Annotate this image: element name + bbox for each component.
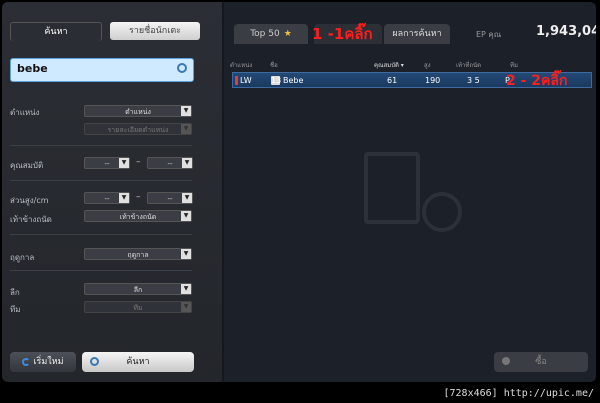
search-icon [90, 357, 99, 366]
game-window: ค้นหา รายชื่อนักเตะ bebe ตำแหน่ง ตำแหน่ง… [2, 2, 596, 382]
reset-button[interactable]: เริ่มใหม่ [10, 352, 76, 372]
column-header[interactable]: ตำแหน่ง [230, 60, 252, 70]
column-header[interactable]: สูง [424, 60, 431, 70]
upload-watermark: [728x466] http://upic.me/ [443, 388, 594, 399]
divider [10, 234, 192, 235]
position-detail-value: รายละเอียดตำแหน่ง [107, 126, 169, 134]
tab-player-list[interactable]: รายชื่อนักเตะ [110, 22, 200, 40]
height-max-select[interactable]: -- ▼ [147, 192, 193, 204]
attribute-min-value: -- [104, 160, 110, 168]
column-header[interactable]: เท้าที่ถนัด [456, 60, 481, 70]
tab-search[interactable]: ค้นหา [10, 22, 102, 41]
position-label: ตำแหน่ง [10, 108, 40, 117]
attribute-label: คุณสมบัติ [10, 161, 44, 170]
height-label: ส่วนสูง/cm [10, 196, 49, 205]
tab-search-results[interactable]: ผลการค้นหา [384, 24, 450, 44]
foot-select[interactable]: เท้าข้างถนัด ▼ [84, 210, 192, 222]
ep-label: EP คุณ [476, 30, 502, 39]
range-dash: – [136, 192, 141, 202]
divider [10, 270, 192, 271]
chevron-down-icon: ▼ [181, 302, 191, 312]
team-label: ทีม [10, 305, 21, 314]
season-select-value: ฤดูกาล [127, 251, 149, 259]
tab-top50[interactable]: Top 50 ★ [234, 24, 308, 44]
annotation-step-2: 2 - 2คลิ๊ก [506, 73, 568, 89]
chevron-down-icon: ▼ [181, 106, 191, 116]
coin-shape [422, 192, 462, 232]
club-icon: 13 [271, 76, 282, 85]
position-select[interactable]: ตำแหน่ง ▼ [84, 105, 192, 117]
buy-label: ซื้อ [535, 357, 547, 367]
divider [10, 145, 192, 146]
column-header[interactable]: ทีม [510, 60, 518, 70]
season-select[interactable]: ฤดูกาล ▼ [84, 248, 192, 260]
tab-top50-label: Top 50 [250, 29, 280, 39]
chevron-down-icon: ▼ [181, 124, 191, 134]
star-icon: ★ [283, 29, 292, 39]
foot-label: เท้าข้างถนัด [10, 215, 52, 224]
league-label: ลีก [10, 288, 20, 297]
chevron-down-icon: ▼ [181, 211, 191, 221]
annotation-step-1: 1 -1คลิ๊ก [312, 25, 373, 43]
search-icon[interactable] [177, 63, 187, 73]
team-select[interactable]: ทีม ▼ [84, 301, 192, 313]
reset-label: เริ่มใหม่ [33, 357, 64, 367]
attribute-max-value: -- [167, 160, 173, 168]
team-select-value: ทีม [133, 304, 143, 312]
clipboard-icon [364, 152, 464, 232]
attribute-max-select[interactable]: -- ▼ [147, 157, 193, 169]
player-name: Bebe [283, 76, 304, 85]
height-min-value: -- [104, 195, 110, 203]
search-input-value: bebe [17, 62, 48, 75]
search-button[interactable]: ค้นหา [82, 352, 194, 372]
season-label: ฤดูกาล [10, 253, 35, 262]
chevron-down-icon: ▼ [119, 158, 129, 168]
chevron-down-icon: ▼ [181, 284, 191, 294]
position-color-mark [235, 76, 238, 85]
attribute-min-select[interactable]: -- ▼ [84, 157, 130, 169]
search-button-label: ค้นหา [126, 357, 150, 367]
player-foot: 3 5 [467, 76, 480, 85]
document-shape [364, 152, 420, 224]
ep-value: 1,943,047 [536, 24, 596, 39]
search-input[interactable]: bebe [10, 58, 194, 82]
league-select[interactable]: ลีก ▼ [84, 283, 192, 295]
position-detail-select[interactable]: รายละเอียดตำแหน่ง ▼ [84, 123, 192, 135]
search-filter-panel: ค้นหา รายชื่อนักเตะ bebe ตำแหน่ง ตำแหน่ง… [2, 2, 222, 382]
coin-icon [502, 357, 510, 365]
column-header[interactable]: คุณสมบัติ ▾ [374, 60, 404, 70]
results-panel: Top 50 ★ ผลการค้นหา 1 -1คลิ๊ก EP คุณ 1,94… [224, 2, 596, 382]
player-position: LW [240, 76, 252, 85]
height-max-value: -- [167, 195, 173, 203]
height-min-select[interactable]: -- ▼ [84, 192, 130, 204]
refresh-icon [22, 357, 31, 366]
chevron-down-icon: ▼ [181, 249, 191, 259]
foot-select-value: เท้าข้างถนัด [119, 213, 157, 221]
chevron-down-icon: ▼ [182, 158, 192, 168]
player-attribute: 61 [387, 76, 398, 85]
chevron-down-icon: ▼ [119, 193, 129, 203]
league-select-value: ลีก [133, 286, 143, 294]
divider [10, 180, 192, 181]
chevron-down-icon: ▼ [182, 193, 192, 203]
column-header[interactable]: ชื่อ [270, 60, 278, 70]
player-height: 190 [425, 76, 441, 85]
buy-button[interactable]: ซื้อ [494, 352, 588, 372]
position-select-value: ตำแหน่ง [125, 108, 151, 116]
left-tabs: ค้นหา รายชื่อนักเตะ [10, 22, 215, 44]
range-dash: – [136, 157, 141, 167]
